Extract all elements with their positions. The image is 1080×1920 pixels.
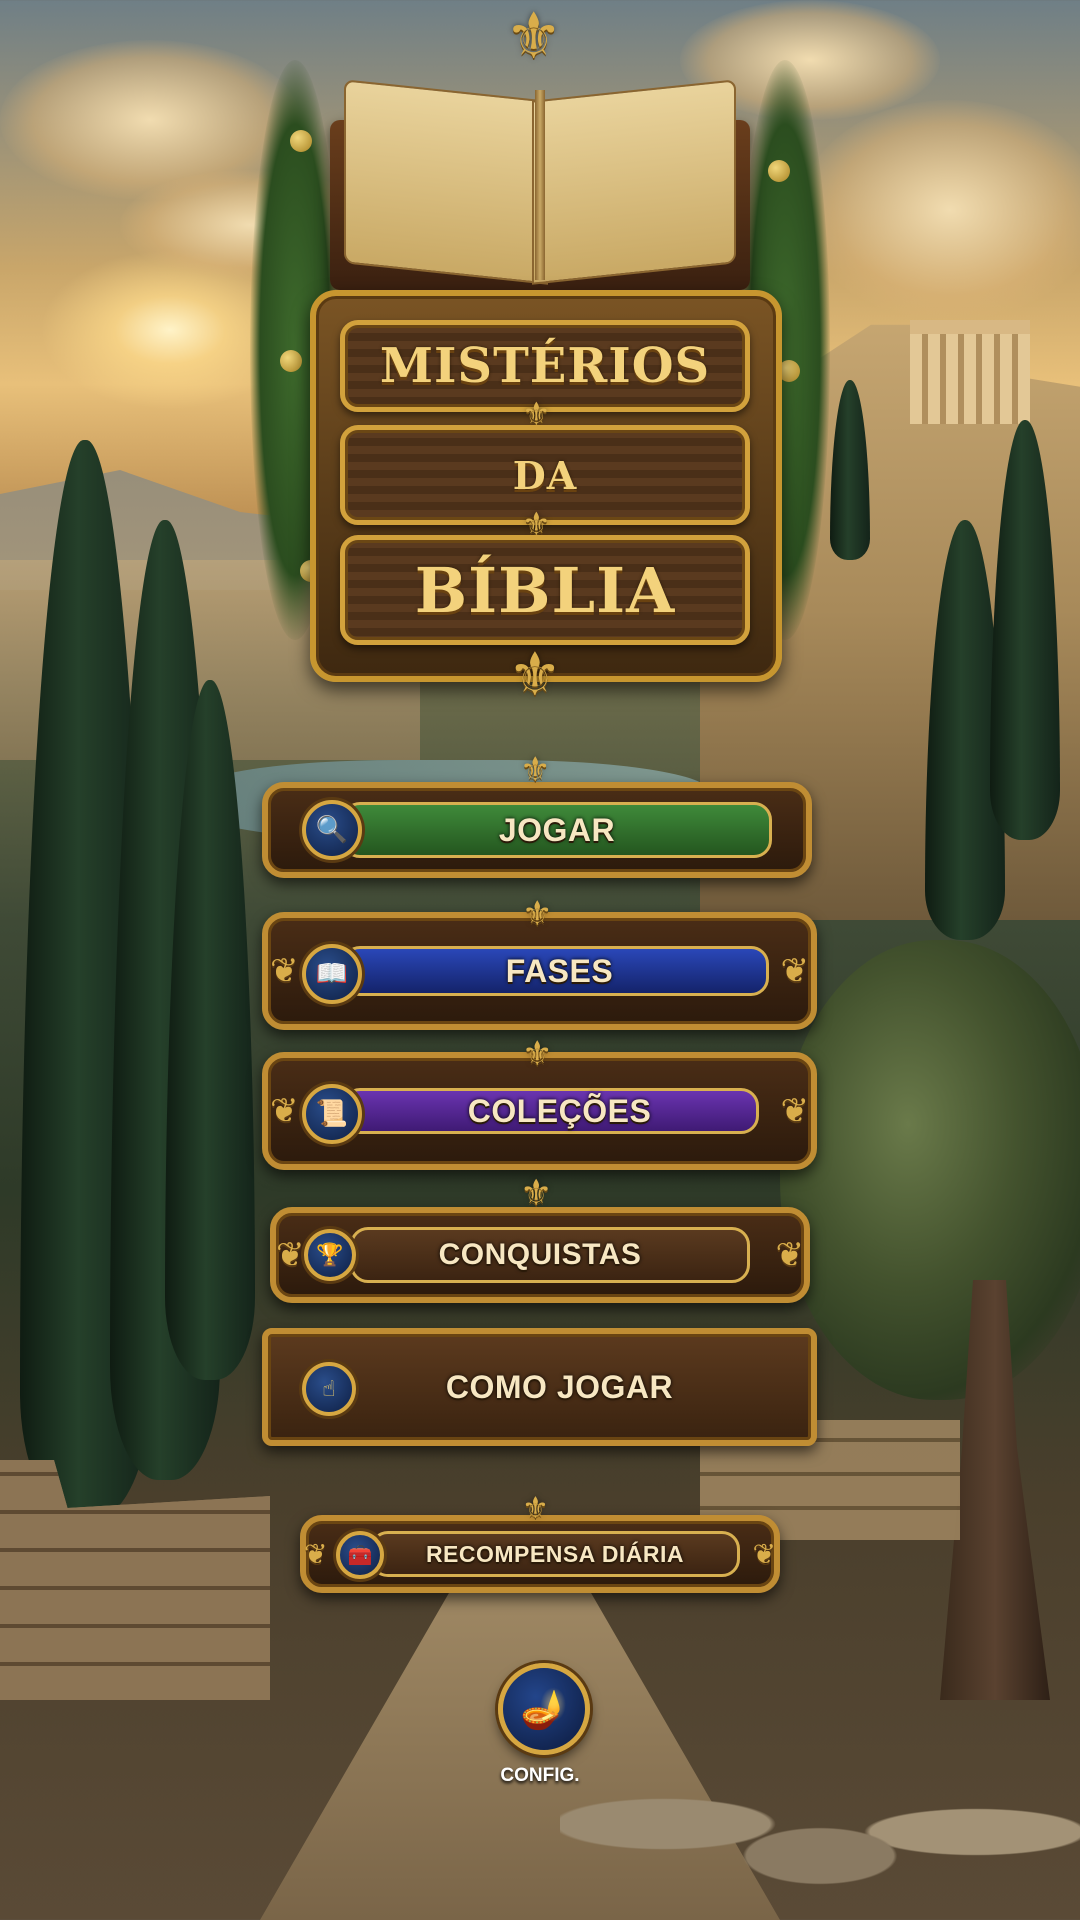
achievements-label: CONQUISTAS [438,1238,642,1271]
scroll-icon: 📜 [302,1084,362,1144]
scroll-ornament-left: ❦ [270,951,299,991]
daily-reward-button[interactable]: ❦ ❦ 🧰 RECOMPENSA DIÁRIA ⚜ [300,1491,780,1593]
scroll-ornament-right: ❦ [752,1537,776,1571]
scroll-ornament-left: ❦ [276,1235,305,1275]
olive-berry [280,350,302,372]
olive-berry [290,130,312,152]
fleur-de-lis-icon: ⚜ [505,0,563,74]
oil-lamp-icon: 🪔 [520,1686,568,1731]
settings-label: CONFIG. [500,1765,580,1786]
collections-label: COLEÇÕES [467,1092,652,1129]
play-label: JOGAR [498,811,616,848]
scroll-ornament-left: ❦ [270,1091,299,1131]
olive-tree-canopy [780,940,1080,1400]
hand-icon: ☝ [302,1362,356,1416]
stone-wall [0,1460,270,1700]
scroll-ornament-right: ❦ [780,1091,810,1131]
fleur-de-lis-icon: ⚜ [508,640,562,710]
book-icon: 📖 [302,944,362,1004]
fleur-de-lis-icon: ⚜ [522,1491,549,1526]
fleur-de-lis-icon: ⚜ [522,894,553,934]
olive-berry [768,160,790,182]
play-button[interactable]: 🔍 JOGAR ⚜ [262,750,812,878]
game-logo: ⚜ MISTÉRIOS ⚜ DA ⚜ BÍBLIA ⚜ [250,0,830,750]
settings-button[interactable]: 🪔 [498,1663,590,1755]
scroll-ornament-left: ❦ [304,1537,328,1571]
chest-icon: 🧰 [336,1531,384,1579]
cloud [800,100,1080,320]
fleur-de-lis-icon: ⚜ [520,750,551,790]
how-to-play-label: COMO JOGAR [445,1368,674,1405]
achievements-button[interactable]: ❦ ❦ 🏆 CONQUISTAS ⚜ [270,1173,810,1303]
collections-button[interactable]: ❦ ❦ 📜 COLEÇÕES ⚜ [262,1034,817,1170]
title-line-3: BÍBLIA [340,535,750,645]
temple [910,320,1030,424]
scroll-ornament-right: ❦ [775,1235,805,1275]
levels-label: FASES [505,952,614,989]
open-book-icon [330,79,750,290]
fleur-de-lis-icon: ⚜ [520,1173,553,1214]
how-to-play-button[interactable]: ☝ COMO JOGAR [262,1328,817,1446]
scroll-ornament-right: ❦ [780,951,810,991]
trophy-icon: 🏆 [304,1229,356,1281]
levels-button[interactable]: ❦ ❦ 📖 FASES ⚜ [262,894,817,1030]
fleur-de-lis-icon: ⚜ [522,1034,553,1074]
magnifier-icon: 🔍 [302,800,362,860]
daily-reward-label: RECOMPENSA DIÁRIA [425,1540,685,1567]
